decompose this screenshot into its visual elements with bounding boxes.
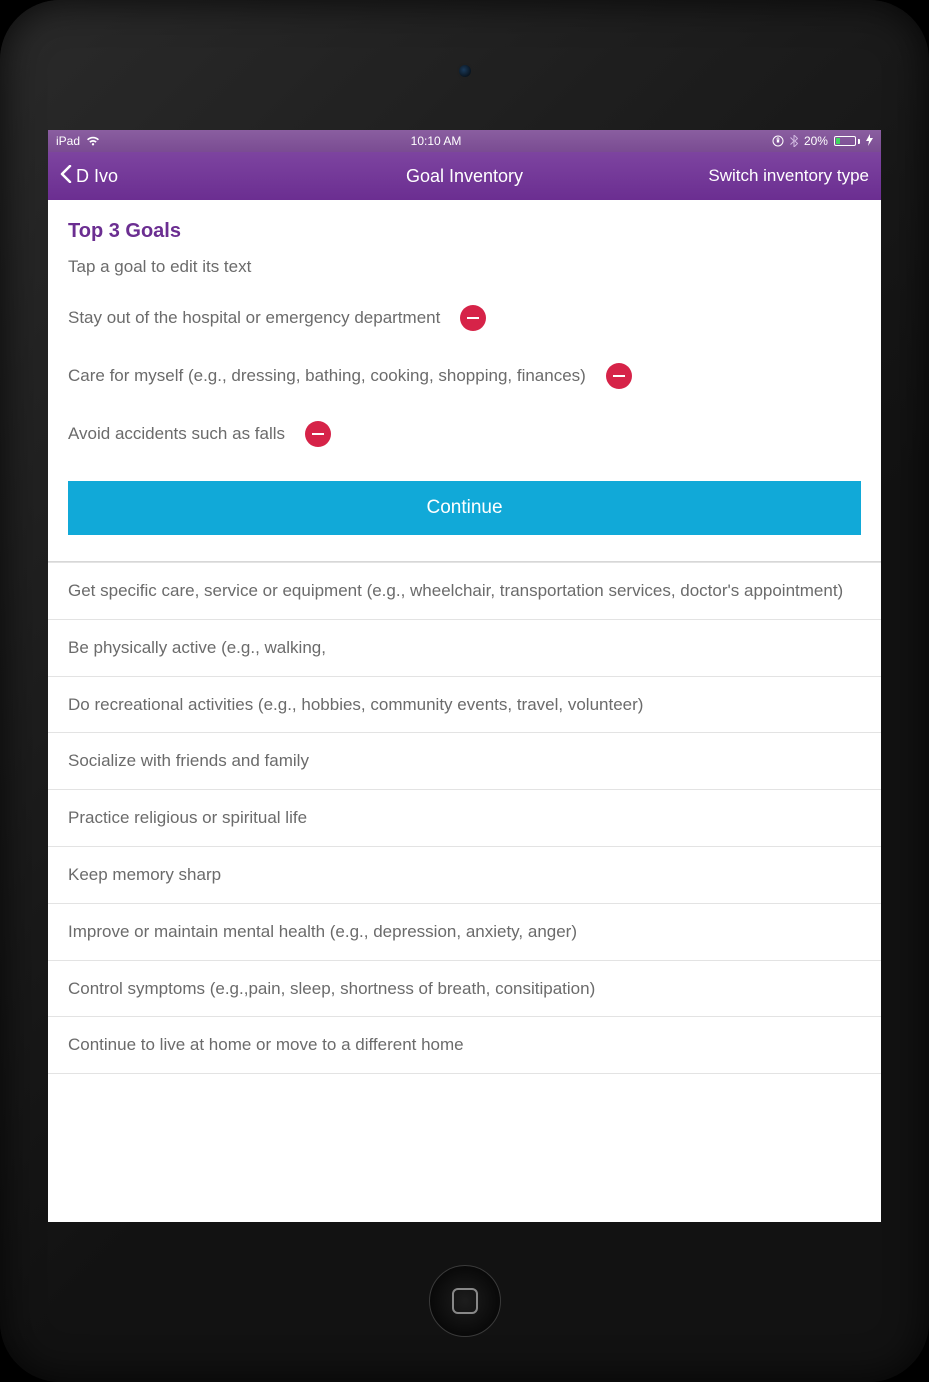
back-button[interactable]: D Ivo (60, 165, 118, 188)
goal-list-item[interactable]: Continue to live at home or move to a di… (48, 1017, 881, 1074)
page-title: Goal Inventory (406, 166, 523, 187)
status-bar: iPad 10:10 AM 20% (48, 130, 881, 152)
device-label: iPad (56, 134, 80, 148)
goal-list-item[interactable]: Socialize with friends and family (48, 733, 881, 790)
minus-icon (312, 433, 324, 435)
top-goal-row[interactable]: Avoid accidents such as falls (68, 405, 861, 463)
switch-inventory-type-button[interactable]: Switch inventory type (708, 166, 869, 186)
home-button[interactable] (429, 1265, 501, 1337)
top-goal-text: Care for myself (e.g., dressing, bathing… (68, 366, 586, 386)
navigation-bar: D Ivo Goal Inventory Switch inventory ty… (48, 152, 881, 200)
continue-button[interactable]: Continue (68, 481, 861, 535)
minus-icon (613, 375, 625, 377)
battery-icon (834, 136, 860, 146)
top-goal-text: Avoid accidents such as falls (68, 424, 285, 444)
goal-list-item[interactable]: Practice religious or spiritual life (48, 790, 881, 847)
screen: iPad 10:10 AM 20% (48, 130, 881, 1222)
goal-list-item[interactable]: Control symptoms (e.g.,pain, sleep, shor… (48, 961, 881, 1018)
top-goal-text: Stay out of the hospital or emergency de… (68, 308, 440, 328)
status-left: iPad (56, 134, 100, 148)
orientation-lock-icon (772, 135, 784, 147)
goal-list-item[interactable]: Get specific care, service or equipment … (48, 562, 881, 620)
top-goal-row[interactable]: Stay out of the hospital or emergency de… (68, 289, 861, 347)
chevron-left-icon (60, 165, 72, 188)
charging-icon (866, 134, 873, 149)
top-goals-subtitle: Tap a goal to edit its text (68, 257, 861, 277)
tablet-device-frame: iPad 10:10 AM 20% (0, 0, 929, 1382)
remove-goal-button[interactable] (606, 363, 632, 389)
status-right: 20% (772, 134, 873, 149)
back-label: D Ivo (76, 166, 118, 187)
status-time: 10:10 AM (411, 134, 462, 148)
home-icon (452, 1288, 478, 1314)
content-area: Top 3 Goals Tap a goal to edit its text … (48, 200, 881, 1074)
wifi-icon (86, 136, 100, 146)
remove-goal-button[interactable] (460, 305, 486, 331)
goal-list-item[interactable]: Keep memory sharp (48, 847, 881, 904)
available-goals-list: Get specific care, service or equipment … (48, 562, 881, 1074)
top-goals-title: Top 3 Goals (68, 220, 861, 243)
goal-list-item[interactable]: Be physically active (e.g., walking, (48, 620, 881, 677)
top-goals-section: Top 3 Goals Tap a goal to edit its text … (48, 200, 881, 471)
minus-icon (467, 317, 479, 319)
bluetooth-icon (790, 135, 798, 147)
battery-percent: 20% (804, 134, 828, 148)
remove-goal-button[interactable] (305, 421, 331, 447)
goal-list-item[interactable]: Do recreational activities (e.g., hobbie… (48, 677, 881, 734)
top-goal-row[interactable]: Care for myself (e.g., dressing, bathing… (68, 347, 861, 405)
front-camera (457, 63, 473, 79)
goal-list-item[interactable]: Improve or maintain mental health (e.g.,… (48, 904, 881, 961)
